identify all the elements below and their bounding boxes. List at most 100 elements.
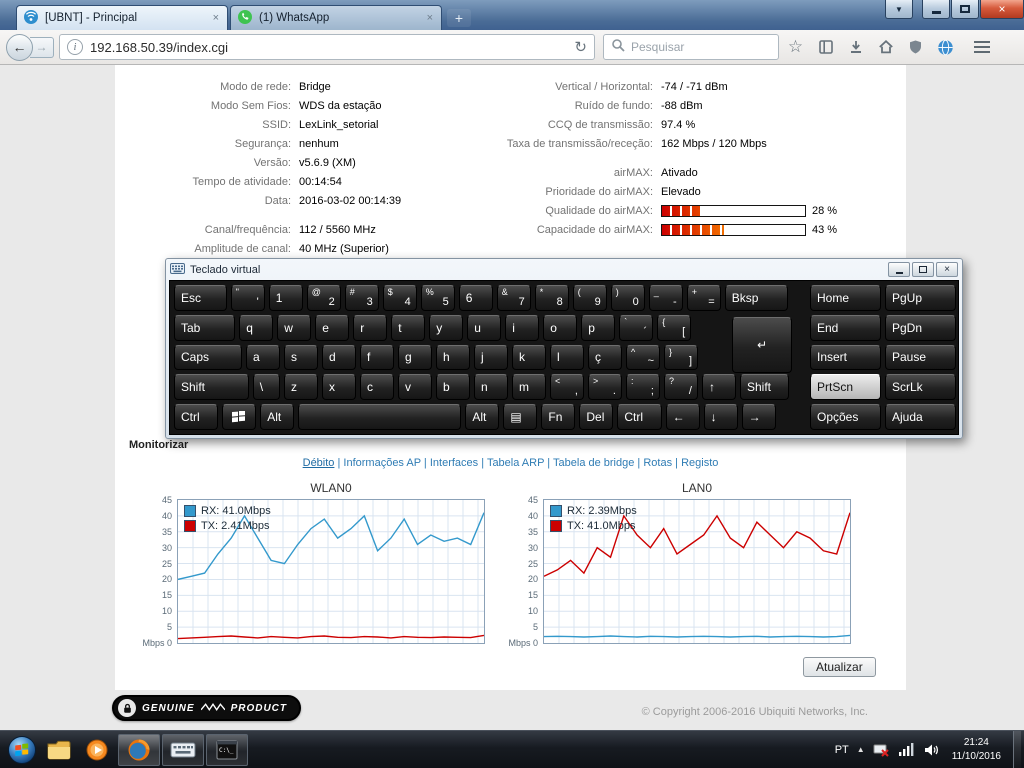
key-3[interactable]: #3 [345,285,379,311]
key-del[interactable]: Del [579,404,613,430]
key-ctrl[interactable]: Ctrl [617,404,661,430]
key-m[interactable]: m [512,374,546,400]
key-pause[interactable]: Pause [885,345,956,371]
key-prtscn[interactable]: PrtScn [810,374,881,400]
key-1[interactable]: 1 [269,285,303,311]
key-ctrl[interactable]: Ctrl [174,404,218,430]
key-´[interactable]: `´ [619,315,653,341]
show-desktop-button[interactable] [1013,731,1021,768]
key-a[interactable]: a [246,345,280,371]
key-o[interactable]: o [543,315,577,341]
key-'[interactable]: "' [231,285,265,311]
shield-icon[interactable] [902,34,929,61]
key-w[interactable]: w [277,315,311,341]
forward-button[interactable]: → [30,37,54,58]
virtual-keyboard-titlebar[interactable]: Teclado virtual × [166,259,962,280]
start-button[interactable] [4,732,40,768]
key-9[interactable]: (9 [573,285,607,311]
key-menu[interactable]: ▤ [503,404,537,430]
taskbar-explorer-button[interactable] [40,733,78,767]
vk-close-button[interactable]: × [936,262,958,277]
reload-icon[interactable]: ↻ [574,38,587,56]
key-←[interactable]: ← [666,404,700,430]
monitor-link-tabela-de-bridge[interactable]: Tabela de bridge [553,457,634,469]
new-tab-button[interactable]: + [447,9,471,27]
key-r[interactable]: r [353,315,387,341]
key-8[interactable]: *8 [535,285,569,311]
key-c[interactable]: c [360,374,394,400]
key-i[interactable]: i [505,315,539,341]
key-alt[interactable]: Alt [260,404,294,430]
taskbar-virtual-keyboard-button[interactable] [162,734,204,766]
key-/[interactable]: ?/ [664,374,698,400]
key-tab[interactable]: Tab [174,315,235,341]
key-→[interactable]: → [742,404,776,430]
close-button[interactable]: × [980,0,1024,19]
key-end[interactable]: End [810,315,881,341]
key-shift[interactable]: Shift [174,374,249,400]
key-esc[interactable]: Esc [174,285,227,311]
downloads-icon[interactable] [842,34,869,61]
tab-ubnt-principal[interactable]: [UBNT] - Principal × [16,5,228,30]
tab-whatsapp[interactable]: (1) WhatsApp × [230,5,442,30]
url-text[interactable]: 192.168.50.39/index.cgi [90,40,567,55]
language-indicator[interactable]: PT [835,744,849,756]
key-opções[interactable]: Opções [810,404,881,430]
key-fn[interactable]: Fn [541,404,575,430]
site-info-icon[interactable]: i [67,39,83,55]
key-↓[interactable]: ↓ [704,404,738,430]
key-h[interactable]: h [436,345,470,371]
taskbar-mediaplayer-button[interactable] [78,733,116,767]
vk-minimize-button[interactable] [888,262,910,277]
key-;[interactable]: :; [626,374,660,400]
key-enter[interactable]: ↵ [732,317,792,373]
key-f[interactable]: f [360,345,394,371]
key-ç[interactable]: ç [588,345,622,371]
tray-volume-icon[interactable] [923,741,940,758]
monitor-link-interfaces[interactable]: Interfaces [430,457,478,469]
key-g[interactable]: g [398,345,432,371]
tray-network-signal-icon[interactable] [898,741,915,758]
list-all-tabs-button[interactable]: ▼ [885,0,913,19]
key-4[interactable]: $4 [383,285,417,311]
tab-close-icon[interactable]: × [425,12,435,24]
key-k[interactable]: k [512,345,546,371]
key--[interactable]: _- [649,285,683,311]
key-b[interactable]: b [436,374,470,400]
key-d[interactable]: d [322,345,356,371]
bookmarks-panel-icon[interactable] [812,34,839,61]
key-6[interactable]: 6 [459,285,493,311]
virtual-keyboard-window[interactable]: Teclado virtual × Esc"'1@2#3$4%56&7*8(9)… [165,258,963,439]
refresh-button[interactable]: Atualizar [803,657,876,677]
key-space[interactable] [298,404,461,430]
key-z[interactable]: z [284,374,318,400]
key-scrlk[interactable]: ScrLk [885,374,956,400]
key-.[interactable]: >. [588,374,622,400]
key-5[interactable]: %5 [421,285,455,311]
key-win[interactable] [222,404,256,430]
tray-expand-icon[interactable]: ▲ [857,745,865,754]
key-home[interactable]: Home [810,285,881,311]
key-v[interactable]: v [398,374,432,400]
key-][interactable]: }] [664,345,698,371]
taskbar-firefox-button[interactable] [118,734,160,766]
minimize-button[interactable] [922,0,950,19]
key-e[interactable]: e [315,315,349,341]
tab-close-icon[interactable]: × [211,12,221,24]
globe-icon[interactable] [932,34,959,61]
key-q[interactable]: q [239,315,273,341]
key-=[interactable]: += [687,285,721,311]
taskbar-cmd-button[interactable]: C:\_ [206,734,248,766]
key-~[interactable]: ^~ [626,345,660,371]
key-y[interactable]: y [429,315,463,341]
key-n[interactable]: n [474,374,508,400]
key-u[interactable]: u [467,315,501,341]
menu-hamburger-icon[interactable] [965,34,999,60]
key-7[interactable]: &7 [497,285,531,311]
key-l[interactable]: l [550,345,584,371]
key-p[interactable]: p [581,315,615,341]
monitor-link-tabela-arp[interactable]: Tabela ARP [487,457,544,469]
key-bksp[interactable]: Bksp [725,285,788,311]
key-0[interactable]: )0 [611,285,645,311]
vk-maximize-button[interactable] [912,262,934,277]
